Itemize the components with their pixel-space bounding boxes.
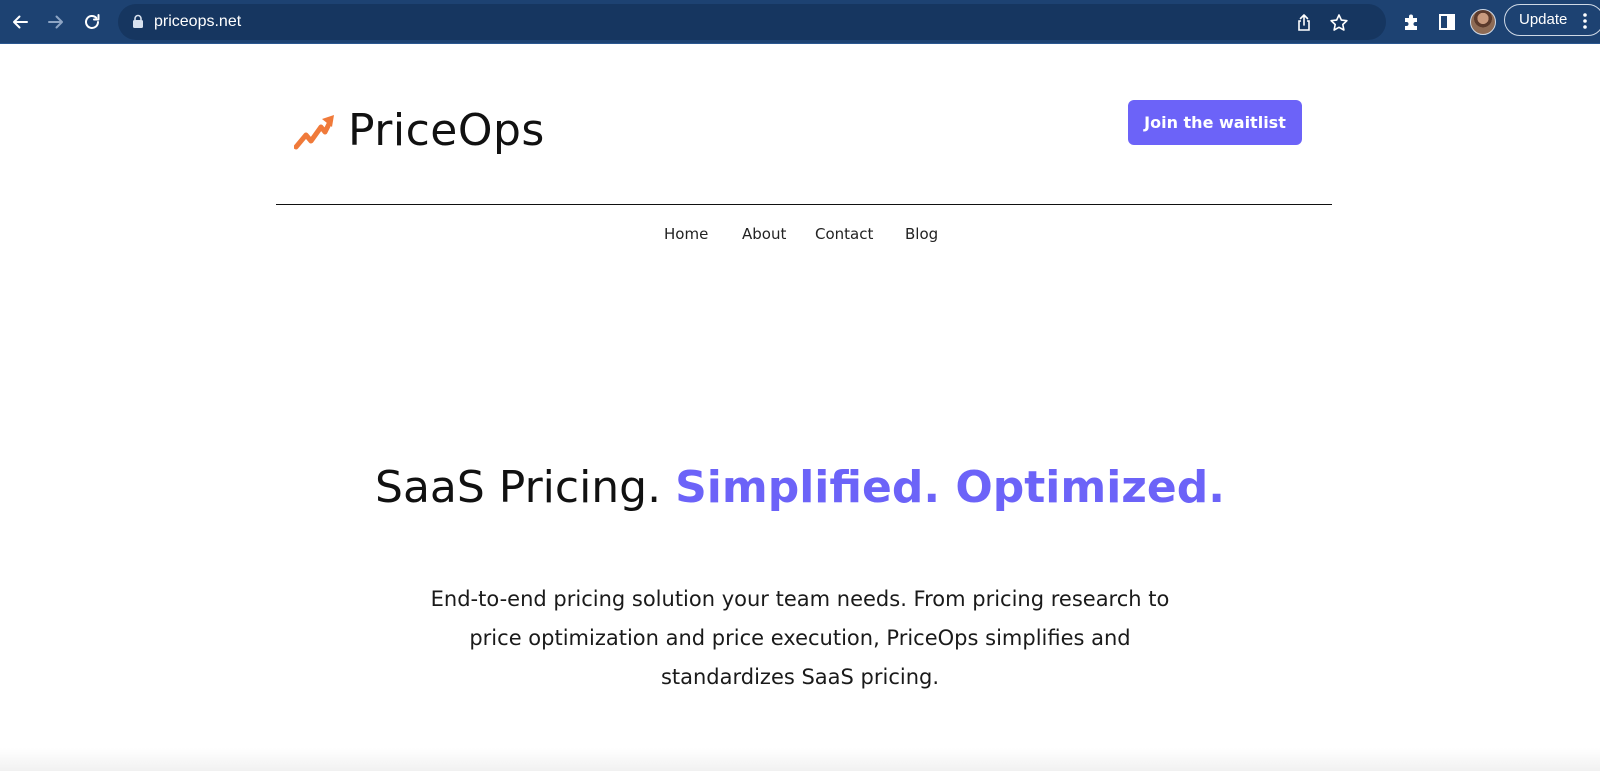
lock-icon[interactable] (132, 14, 144, 29)
back-button[interactable] (6, 8, 34, 36)
join-waitlist-button[interactable]: Join the waitlist (1128, 100, 1302, 145)
trending-up-arrow-icon (294, 115, 334, 150)
arrow-right-icon (48, 15, 63, 29)
side-panel-button[interactable] (1435, 10, 1459, 34)
star-icon[interactable] (1329, 13, 1349, 33)
extensions-button[interactable] (1400, 10, 1424, 34)
more-vertical-icon[interactable] (1582, 12, 1588, 30)
logo[interactable]: PriceOps (294, 106, 545, 156)
hero-subtitle-line: price optimization and price execution, … (469, 626, 1131, 650)
site-header: PriceOps Join the waitlist (276, 44, 1332, 204)
browser-toolbar: priceops.net Update (0, 0, 1600, 44)
main-nav: Home About Contact Blog (0, 222, 1600, 248)
nav-link-contact[interactable]: Contact (815, 222, 873, 246)
logo-text: PriceOps (348, 105, 545, 156)
arrow-left-icon (13, 15, 28, 29)
page-bottom-shadow (0, 748, 1600, 771)
side-panel-icon (1439, 14, 1455, 30)
update-label: Update (1519, 11, 1568, 28)
share-icon[interactable] (1294, 13, 1314, 33)
hero-title: SaaS Pricing. Simplified. Optimized. (0, 458, 1600, 518)
header-divider (276, 204, 1332, 205)
address-bar[interactable]: priceops.net (118, 4, 1386, 40)
nav-link-about[interactable]: About (742, 222, 786, 246)
hero-title-accent: Simplified. Optimized. (675, 462, 1225, 513)
forward-button[interactable] (42, 8, 70, 36)
avatar[interactable] (1470, 9, 1496, 35)
url-text[interactable]: priceops.net (154, 12, 241, 32)
hero-subtitle-line: End-to-end pricing solution your team ne… (430, 587, 1170, 611)
hero-subtitle: End-to-end pricing solution your team ne… (420, 580, 1180, 697)
nav-link-blog[interactable]: Blog (905, 222, 938, 246)
puzzle-icon (1405, 14, 1417, 30)
hero-title-plain: SaaS Pricing. (375, 462, 676, 513)
hero-subtitle-line: standardizes SaaS pricing. (660, 665, 940, 689)
nav-link-home[interactable]: Home (664, 222, 708, 246)
reload-button[interactable] (78, 8, 106, 36)
reload-icon (85, 14, 100, 29)
